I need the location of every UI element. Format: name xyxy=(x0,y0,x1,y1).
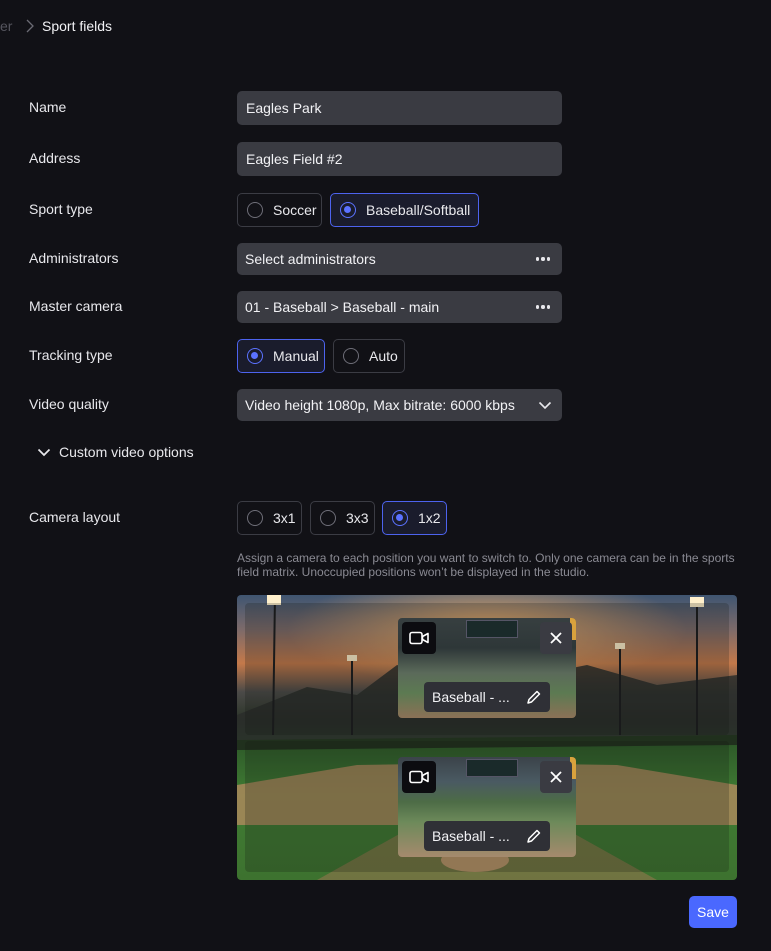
sport-type-soccer-radio[interactable]: Soccer xyxy=(237,193,322,227)
breadcrumb-current: Sport fields xyxy=(42,18,113,34)
camera-layout-3x1-radio[interactable]: 3x1 xyxy=(237,501,302,535)
camera-name-tag[interactable]: Baseball - ... xyxy=(424,682,550,712)
camera-name: Baseball - ... xyxy=(432,828,510,844)
pencil-icon[interactable] xyxy=(526,689,542,705)
sport-type-baseball-label: Baseball/Softball xyxy=(366,202,471,218)
camera-layout-3x3-label: 3x3 xyxy=(346,510,369,526)
sport-type-label: Sport type xyxy=(29,201,93,217)
video-camera-icon[interactable] xyxy=(402,761,436,793)
name-input[interactable]: Eagles Park xyxy=(237,91,562,125)
administrators-value: Select administrators xyxy=(245,251,376,267)
chevron-down-icon xyxy=(538,401,552,410)
camera-layout-label: Camera layout xyxy=(29,509,121,525)
radio-indicator xyxy=(247,202,263,218)
breadcrumb-previous[interactable]: er xyxy=(0,18,12,34)
more-dots-icon[interactable] xyxy=(535,257,550,261)
camera-layout-3x3-radio[interactable]: 3x3 xyxy=(310,501,375,535)
camera-name: Baseball - ... xyxy=(432,689,510,705)
camera-layout-hint: Assign a camera to each position you wan… xyxy=(237,551,735,579)
radio-indicator xyxy=(320,510,336,526)
name-value: Eagles Park xyxy=(246,100,322,116)
chevron-right-icon xyxy=(26,19,34,33)
sport-type-soccer-label: Soccer xyxy=(273,202,317,218)
address-value: Eagles Field #2 xyxy=(246,151,343,167)
name-label: Name xyxy=(29,99,67,115)
tracking-type-manual-radio[interactable]: Manual xyxy=(237,339,325,373)
scoreboard xyxy=(466,759,518,777)
chevron-down-icon xyxy=(37,448,51,457)
more-dots-icon[interactable] xyxy=(535,305,550,309)
address-label: Address xyxy=(29,150,81,166)
camera-layout-3x1-label: 3x1 xyxy=(273,510,296,526)
custom-video-options-label: Custom video options xyxy=(59,444,194,460)
save-button[interactable]: Save xyxy=(689,896,737,928)
radio-indicator xyxy=(247,510,263,526)
sport-type-baseball-radio[interactable]: Baseball/Softball xyxy=(330,193,479,227)
close-icon[interactable] xyxy=(540,761,572,793)
radio-indicator xyxy=(247,348,263,364)
camera-layout-1x2-radio[interactable]: 1x2 xyxy=(382,501,447,535)
tracking-type-manual-label: Manual xyxy=(273,348,319,364)
radio-indicator xyxy=(340,202,356,218)
administrators-select[interactable]: Select administrators xyxy=(237,243,562,275)
custom-video-options-toggle[interactable]: Custom video options xyxy=(37,444,194,460)
tracking-type-auto-label: Auto xyxy=(369,348,398,364)
address-input[interactable]: Eagles Field #2 xyxy=(237,142,562,176)
tracking-type-auto-radio[interactable]: Auto xyxy=(333,339,405,373)
tracking-type-label: Tracking type xyxy=(29,347,113,363)
video-quality-label: Video quality xyxy=(29,396,109,412)
camera-name-tag[interactable]: Baseball - ... xyxy=(424,821,550,851)
master-camera-label: Master camera xyxy=(29,298,123,314)
radio-indicator xyxy=(343,348,359,364)
pencil-icon[interactable] xyxy=(526,828,542,844)
master-camera-select[interactable]: 01 - Baseball > Baseball - main xyxy=(237,291,562,323)
master-camera-value: 01 - Baseball > Baseball - main xyxy=(245,299,440,315)
close-icon[interactable] xyxy=(540,622,572,654)
video-camera-icon[interactable] xyxy=(402,622,436,654)
video-quality-value: Video height 1080p, Max bitrate: 6000 kb… xyxy=(245,397,515,413)
video-quality-select[interactable]: Video height 1080p, Max bitrate: 6000 kb… xyxy=(237,389,562,421)
scoreboard xyxy=(466,620,518,638)
camera-layout-1x2-label: 1x2 xyxy=(418,510,441,526)
administrators-label: Administrators xyxy=(29,250,119,266)
radio-indicator xyxy=(392,510,408,526)
